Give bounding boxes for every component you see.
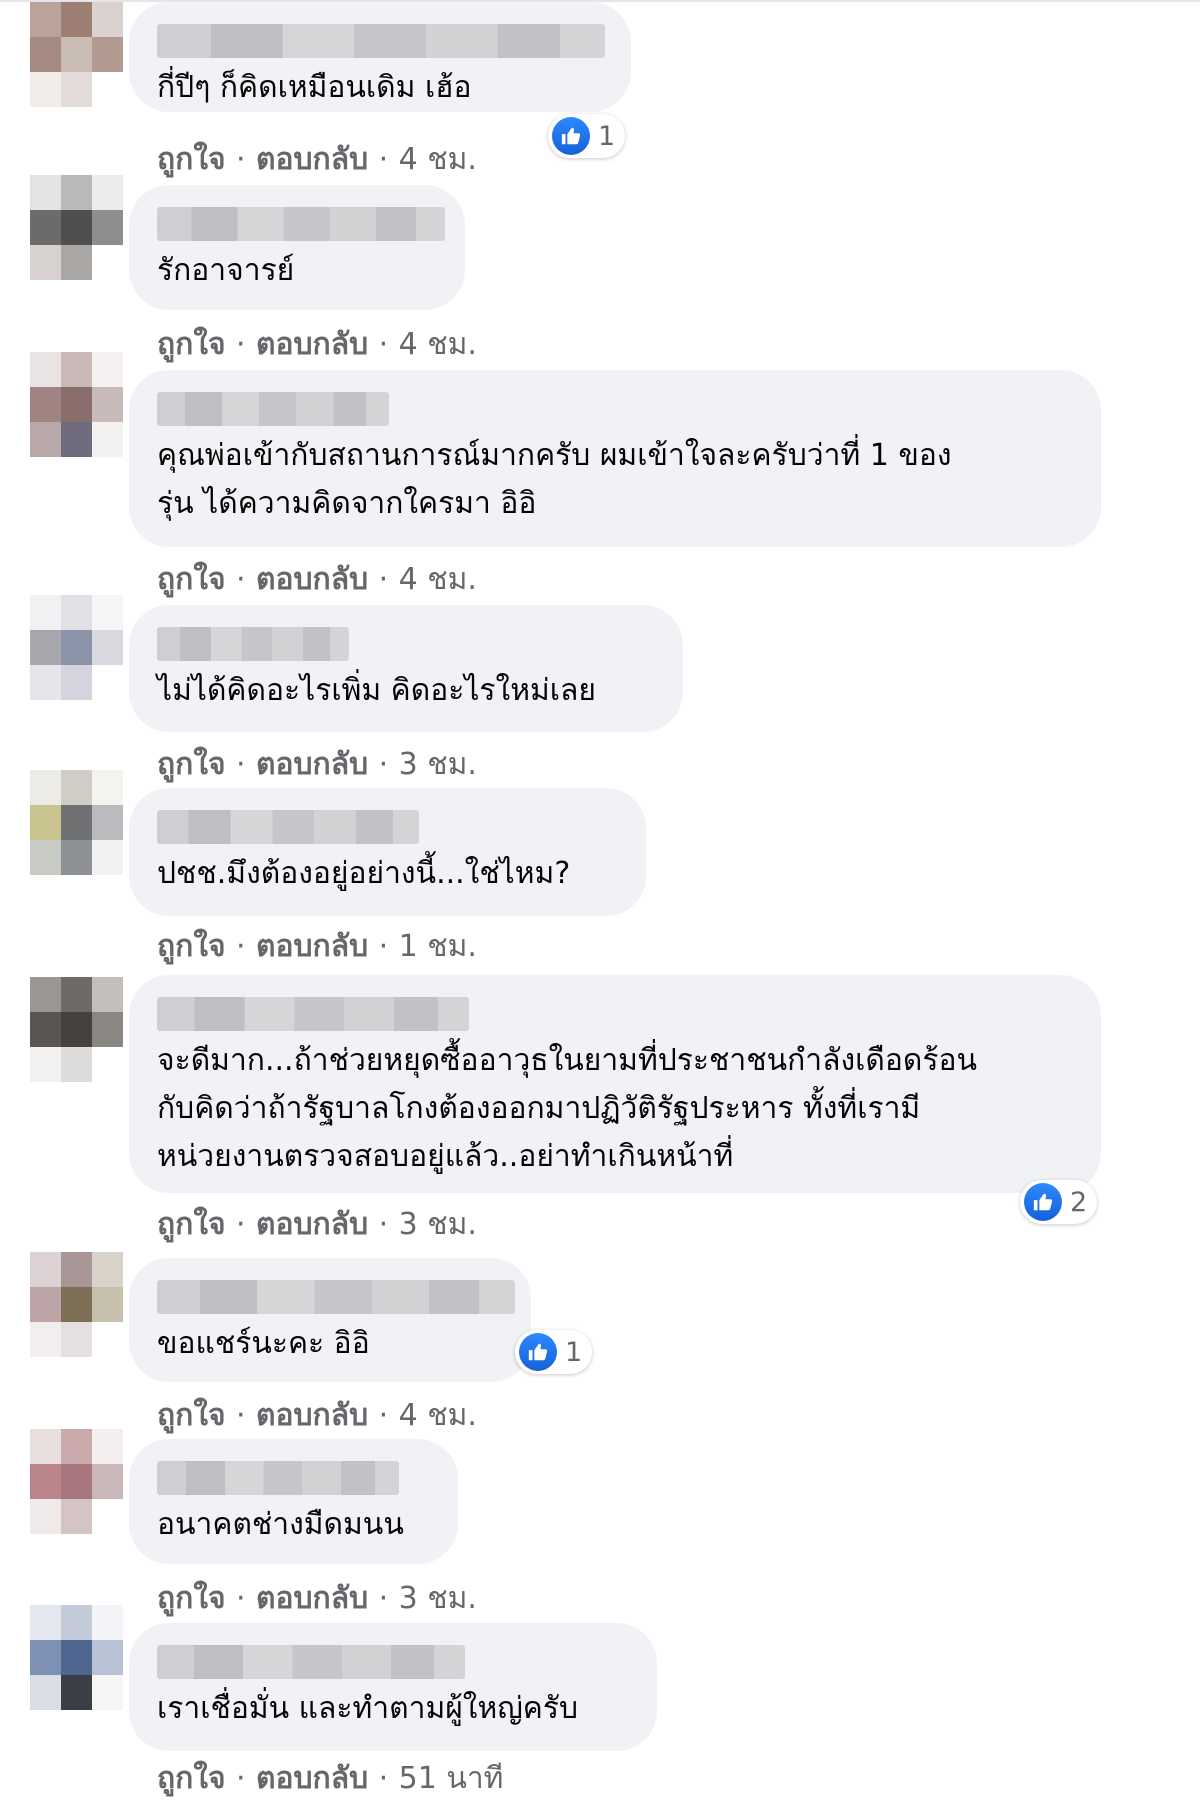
separator: · — [236, 327, 246, 362]
comment-actions: ถูกใจ · ตอบกลับ · 4 ชม. — [157, 1392, 477, 1439]
separator: · — [236, 1398, 246, 1433]
comment-actions: ถูกใจ · ตอบกลับ · 4 ชม. — [157, 556, 477, 603]
separator: · — [378, 747, 389, 782]
like-icon — [552, 117, 590, 155]
like-button[interactable]: ถูกใจ — [157, 327, 226, 362]
commenter-name-redacted[interactable] — [157, 1280, 515, 1314]
like-button[interactable]: ถูกใจ — [157, 1761, 226, 1796]
like-button[interactable]: ถูกใจ — [157, 1581, 226, 1616]
avatar[interactable] — [30, 1429, 123, 1534]
comment-actions: ถูกใจ · ตอบกลับ · 1 ชม. — [157, 923, 477, 970]
reply-button[interactable]: ตอบกลับ — [256, 1398, 368, 1433]
comment-actions: ถูกใจ · ตอบกลับ · 4 ชม. — [157, 136, 477, 183]
commenter-name-redacted[interactable] — [157, 392, 389, 426]
separator: · — [236, 1761, 246, 1796]
avatar[interactable] — [30, 977, 123, 1082]
reaction-count-badge[interactable]: 2 — [1020, 1180, 1098, 1224]
separator: · — [378, 1581, 389, 1616]
separator: · — [378, 1207, 389, 1242]
reaction-count: 1 — [565, 1336, 583, 1368]
comment-actions: ถูกใจ · ตอบกลับ · 3 ชม. — [157, 741, 477, 788]
avatar[interactable] — [30, 595, 123, 700]
reply-button[interactable]: ตอบกลับ — [256, 747, 368, 782]
avatar[interactable] — [30, 2, 123, 107]
reply-button[interactable]: ตอบกลับ — [256, 929, 368, 964]
comment-text: รักอาจารย์ — [157, 253, 295, 288]
comment-bubble: เราเชื่อมั่น และทำตามผู้ใหญ่ครับ — [129, 1623, 657, 1751]
separator: · — [236, 562, 246, 597]
comment-timestamp[interactable]: 3 ชม. — [399, 1581, 477, 1616]
like-button[interactable]: ถูกใจ — [157, 747, 226, 782]
reaction-count: 1 — [598, 120, 616, 152]
comment-timestamp[interactable]: 1 ชม. — [399, 929, 477, 964]
separator: · — [378, 327, 389, 362]
like-button[interactable]: ถูกใจ — [157, 1207, 226, 1242]
commenter-name-redacted[interactable] — [157, 24, 605, 58]
separator: · — [236, 929, 246, 964]
avatar[interactable] — [30, 1252, 123, 1357]
reply-button[interactable]: ตอบกลับ — [256, 1207, 368, 1242]
reaction-count-badge[interactable]: 1 — [548, 114, 626, 158]
commenter-name-redacted[interactable] — [157, 1461, 399, 1495]
like-button[interactable]: ถูกใจ — [157, 1398, 226, 1433]
comment-timestamp[interactable]: 3 ชม. — [399, 1207, 477, 1242]
like-icon — [1024, 1183, 1062, 1221]
comment-bubble: คุณพ่อเข้ากับสถานการณ์มากครับ ผมเข้าใจละ… — [129, 370, 1101, 547]
comment-bubble: อนาคตช่างมืดมนน — [129, 1439, 458, 1564]
comment-bubble: จะดีมาก...ถ้าช่วยหยุดซื้ออาวุธในยามที่ปร… — [129, 975, 1101, 1193]
comment-actions: ถูกใจ · ตอบกลับ · 4 ชม. — [157, 321, 477, 368]
commenter-name-redacted[interactable] — [157, 1645, 465, 1679]
avatar[interactable] — [30, 770, 123, 875]
comment-text: จะดีมาก...ถ้าช่วยหยุดซื้ออาวุธในยามที่ปร… — [157, 1043, 977, 1174]
separator: · — [378, 1398, 389, 1433]
separator: · — [378, 1761, 389, 1796]
comment-text: เราเชื่อมั่น และทำตามผู้ใหญ่ครับ — [157, 1691, 579, 1726]
separator: · — [378, 142, 389, 177]
reply-button[interactable]: ตอบกลับ — [256, 1581, 368, 1616]
comment-timestamp[interactable]: 3 ชม. — [399, 747, 477, 782]
comment-bubble: ปชช.มึงต้องอยู่อย่างนี้...ใช่ไหม? — [129, 788, 646, 916]
comment-actions: ถูกใจ · ตอบกลับ · 3 ชม. — [157, 1575, 477, 1622]
separator: · — [378, 929, 389, 964]
reply-button[interactable]: ตอบกลับ — [256, 562, 368, 597]
reaction-count-badge[interactable]: 1 — [515, 1330, 593, 1374]
comment-text: กี่ปีๆ ก็คิดเหมือนเดิม เฮ้อ — [157, 70, 472, 105]
comment-bubble: ไม่ได้คิดอะไรเพิ่ม คิดอะไรใหม่เลย — [129, 605, 683, 732]
like-button[interactable]: ถูกใจ — [157, 562, 226, 597]
comment-text: ปชช.มึงต้องอยู่อย่างนี้...ใช่ไหม? — [157, 856, 571, 891]
avatar[interactable] — [30, 175, 123, 280]
comment-timestamp[interactable]: 4 ชม. — [399, 1398, 477, 1433]
commenter-name-redacted[interactable] — [157, 627, 349, 661]
comment-timestamp[interactable]: 4 ชม. — [399, 327, 477, 362]
separator: · — [236, 142, 246, 177]
separator: · — [378, 562, 389, 597]
avatar[interactable] — [30, 352, 123, 457]
comment-bubble: กี่ปีๆ ก็คิดเหมือนเดิม เฮ้อ — [129, 2, 631, 112]
reaction-count: 2 — [1070, 1186, 1088, 1218]
comment-timestamp[interactable]: 51 นาที — [399, 1761, 504, 1796]
comment-text: อนาคตช่างมืดมนน — [157, 1507, 404, 1542]
comment-bubble: ขอแชร์นะคะ อิอิ — [129, 1258, 531, 1382]
comment-bubble: รักอาจารย์ — [129, 185, 465, 310]
like-button[interactable]: ถูกใจ — [157, 929, 226, 964]
comment-actions: ถูกใจ · ตอบกลับ · 3 ชม. — [157, 1201, 477, 1248]
comment-actions: ถูกใจ · ตอบกลับ · 51 นาที — [157, 1755, 503, 1802]
comment-text: คุณพ่อเข้ากับสถานการณ์มากครับ ผมเข้าใจละ… — [157, 438, 952, 521]
comment-timestamp[interactable]: 4 ชม. — [399, 562, 477, 597]
separator: · — [236, 1581, 246, 1616]
separator: · — [236, 1207, 246, 1242]
like-icon — [519, 1333, 557, 1371]
comment-text: ไม่ได้คิดอะไรเพิ่ม คิดอะไรใหม่เลย — [157, 673, 596, 708]
comment-text: ขอแชร์นะคะ อิอิ — [157, 1326, 370, 1361]
commenter-name-redacted[interactable] — [157, 810, 419, 844]
commenter-name-redacted[interactable] — [157, 997, 469, 1031]
like-button[interactable]: ถูกใจ — [157, 142, 226, 177]
reply-button[interactable]: ตอบกลับ — [256, 327, 368, 362]
reply-button[interactable]: ตอบกลับ — [256, 1761, 368, 1796]
comment-timestamp[interactable]: 4 ชม. — [399, 142, 477, 177]
reply-button[interactable]: ตอบกลับ — [256, 142, 368, 177]
separator: · — [236, 747, 246, 782]
avatar[interactable] — [30, 1605, 123, 1710]
commenter-name-redacted[interactable] — [157, 207, 445, 241]
